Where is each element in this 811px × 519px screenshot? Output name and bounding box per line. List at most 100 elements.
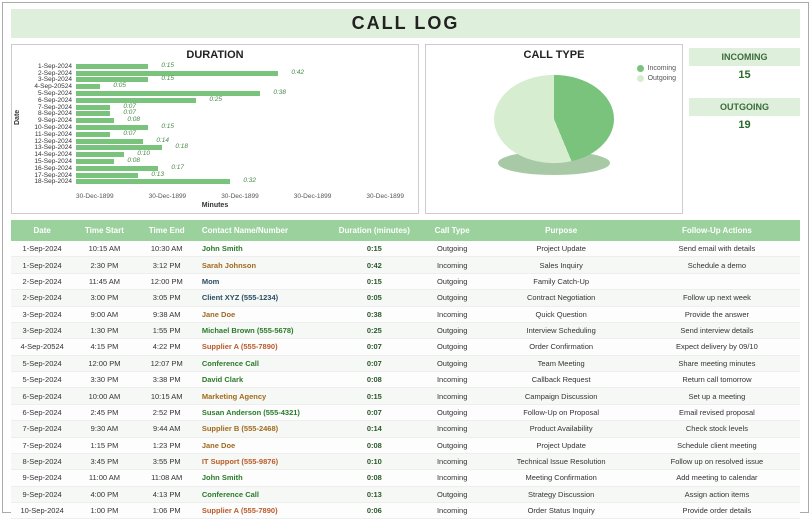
table-cell <box>634 273 800 289</box>
duration-chart: DURATION Date 1-Sep-20240:152-Sep-20240:… <box>11 44 419 214</box>
incoming-stat-value: 15 <box>689 66 800 84</box>
table-cell: Project Update <box>489 437 634 453</box>
bar-row: 2-Sep-20240:42 <box>76 70 404 77</box>
bar-value-label: 0:13 <box>151 171 164 178</box>
bar-rect: 0:10 <box>76 152 124 157</box>
table-cell: Conference Call <box>198 355 333 371</box>
table-cell: Marketing Agency <box>198 388 333 404</box>
table-cell: Project Update <box>489 241 634 257</box>
outgoing-stat-label: OUTGOING <box>689 98 800 116</box>
table-cell: Outgoing <box>416 486 489 502</box>
pie-chart-icon <box>494 65 614 175</box>
table-cell: 0:14 <box>333 421 416 437</box>
table-cell: 9:00 AM <box>73 306 135 322</box>
table-cell: 3:05 PM <box>136 290 198 306</box>
x-tick: 30-Dec-1899 <box>366 193 404 200</box>
legend-incoming-label: Incoming <box>648 65 676 72</box>
call-log-table: DateTime StartTime EndContact Name/Numbe… <box>11 220 800 519</box>
table-row: 7-Sep-20249:30 AM9:44 AMSupplier B (555-… <box>11 421 800 437</box>
bar-rect: 0:07 <box>76 111 110 116</box>
table-cell: 12:07 PM <box>136 355 198 371</box>
duration-bars-area: 1-Sep-20240:152-Sep-20240:423-Sep-20240:… <box>76 63 404 191</box>
table-cell: 12:00 PM <box>136 273 198 289</box>
table-cell: 9-Sep-2024 <box>11 470 73 486</box>
table-cell: Incoming <box>416 306 489 322</box>
table-cell: Sarah Johnson <box>198 257 333 273</box>
table-cell: Provide the answer <box>634 306 800 322</box>
table-row: 3-Sep-20249:00 AM9:38 AMJane Doe0:38Inco… <box>11 306 800 322</box>
calltype-chart: CALL TYPE Incoming Outgoing <box>425 44 683 214</box>
bar-row: 18-Sep-20240:32 <box>76 179 404 186</box>
table-cell: Follow up next week <box>634 290 800 306</box>
table-cell: 2-Sep-2024 <box>11 273 73 289</box>
table-cell: 0:08 <box>333 372 416 388</box>
bar-value-label: 0:15 <box>161 75 174 82</box>
table-cell: 0:38 <box>333 306 416 322</box>
bar-row: 8-Sep-20240:07 <box>76 111 404 118</box>
bar-rect: 0:05 <box>76 84 100 89</box>
table-cell: Return call tomorrow <box>634 372 800 388</box>
column-header: Time Start <box>73 220 135 241</box>
duration-chart-title: DURATION <box>18 49 412 61</box>
bar-row: 14-Sep-20240:10 <box>76 151 404 158</box>
table-cell: Callback Request <box>489 372 634 388</box>
legend-outgoing-label: Outgoing <box>648 75 676 82</box>
table-row: 6-Sep-20242:45 PM2:52 PMSusan Anderson (… <box>11 404 800 420</box>
x-tick: 30-Dec-1899 <box>76 193 114 200</box>
table-cell: 1-Sep-2024 <box>11 257 73 273</box>
bar-rect: 0:07 <box>76 105 110 110</box>
bar-value-label: 0:25 <box>209 96 222 103</box>
bar-rect: 0:15 <box>76 64 148 69</box>
table-cell: 1:15 PM <box>73 437 135 453</box>
bar-rect: 0:07 <box>76 132 110 137</box>
table-cell: Check stock levels <box>634 421 800 437</box>
table-cell: Expect delivery by 09/10 <box>634 339 800 355</box>
bar-value-label: 0:08 <box>127 116 140 123</box>
table-cell: 1:30 PM <box>73 322 135 338</box>
table-cell: 4:22 PM <box>136 339 198 355</box>
bar-row: 1-Sep-20240:15 <box>76 63 404 70</box>
table-cell: Supplier A (555-7890) <box>198 503 333 519</box>
table-cell: Outgoing <box>416 404 489 420</box>
bar-rect: 0:08 <box>76 159 114 164</box>
bar-row: 13-Sep-20240:18 <box>76 145 404 152</box>
call-log-page: CALL LOG DURATION Date 1-Sep-20240:152-S… <box>2 2 809 513</box>
table-header: DateTime StartTime EndContact Name/Numbe… <box>11 220 800 241</box>
table-row: 1-Sep-202410:15 AM10:30 AMJohn Smith0:15… <box>11 241 800 257</box>
table-cell: Incoming <box>416 503 489 519</box>
table-cell: Jane Doe <box>198 437 333 453</box>
table-cell: Incoming <box>416 470 489 486</box>
legend-outgoing: Outgoing <box>637 75 676 82</box>
table-cell: 12:00 PM <box>73 355 135 371</box>
bar-y-label: 18-Sep-2024 <box>20 178 72 185</box>
table-cell: 0:08 <box>333 437 416 453</box>
x-tick: 30-Dec-1899 <box>294 193 332 200</box>
x-tick: 30-Dec-1899 <box>221 193 259 200</box>
table-cell: 0:07 <box>333 355 416 371</box>
table-cell: 0:42 <box>333 257 416 273</box>
table-cell: 3:30 PM <box>73 372 135 388</box>
table-cell: 9:44 AM <box>136 421 198 437</box>
bar-value-label: 0:08 <box>127 157 140 164</box>
page-title: CALL LOG <box>11 9 800 38</box>
table-cell: 0:08 <box>333 470 416 486</box>
table-cell: 0:15 <box>333 241 416 257</box>
table-cell: 4:00 PM <box>73 486 135 502</box>
table-cell: Outgoing <box>416 339 489 355</box>
table-cell: Product Availability <box>489 421 634 437</box>
table-cell: Quick Question <box>489 306 634 322</box>
bar-row: 9-Sep-20240:08 <box>76 117 404 124</box>
table-cell: 0:07 <box>333 404 416 420</box>
bar-value-label: 0:42 <box>291 69 304 76</box>
table-cell: 0:15 <box>333 388 416 404</box>
table-cell: 10-Sep-2024 <box>11 503 73 519</box>
table-cell: Schedule a demo <box>634 257 800 273</box>
table-cell: Family Catch-Up <box>489 273 634 289</box>
table-row: 5-Sep-202412:00 PM12:07 PMConference Cal… <box>11 355 800 371</box>
table-cell: 0:13 <box>333 486 416 502</box>
bar-value-label: 0:05 <box>113 82 126 89</box>
legend-dot-outgoing-icon <box>637 75 644 82</box>
table-cell: Mom <box>198 273 333 289</box>
table-cell: 3:55 PM <box>136 453 198 469</box>
table-cell: Set up a meeting <box>634 388 800 404</box>
